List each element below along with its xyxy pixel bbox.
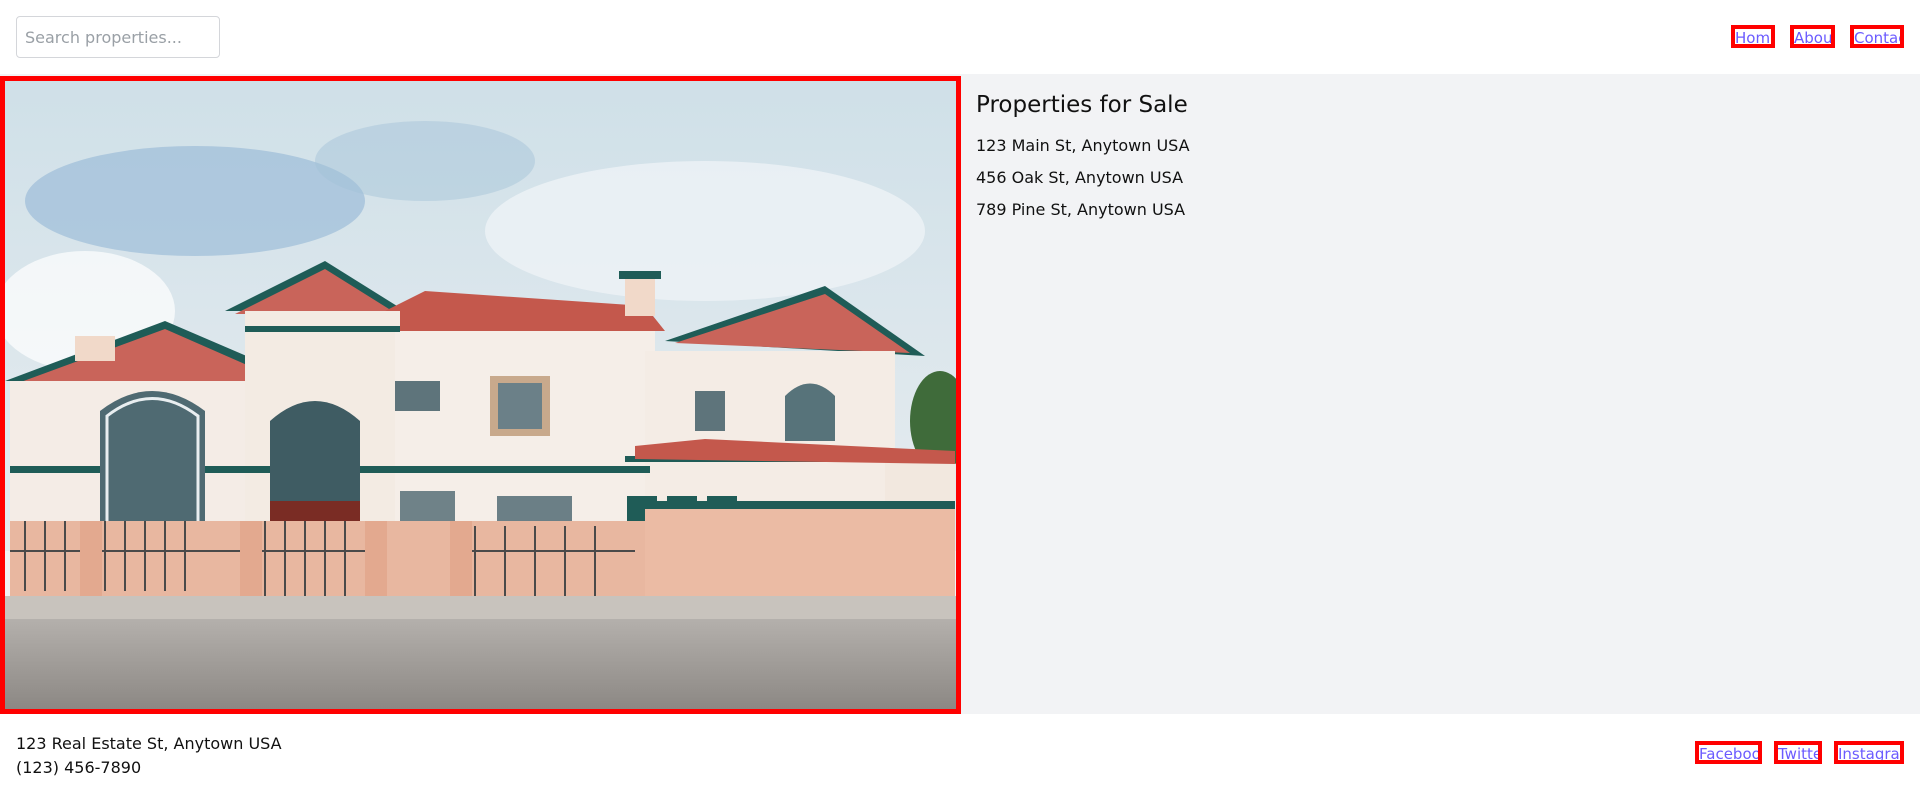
house-photo [5, 81, 956, 709]
property-image [0, 76, 961, 714]
site-footer: 123 Real Estate St, Anytown USA (123) 45… [0, 714, 1920, 794]
nav-link-home[interactable]: Home [1731, 25, 1775, 48]
social-links: Facebook Twitter Instagram [1695, 741, 1904, 764]
footer-phone: (123) 456-7890 [16, 758, 142, 777]
social-link-instagram[interactable]: Instagram [1834, 741, 1904, 764]
search-input[interactable] [16, 16, 220, 58]
site-header: Home About Contact [0, 0, 1920, 74]
social-link-twitter[interactable]: Twitter [1774, 741, 1822, 764]
footer-address: 123 Real Estate St, Anytown USA [16, 734, 282, 753]
main-content: Properties for Sale 123 Main St, Anytown… [0, 74, 1920, 714]
nav-link-contact[interactable]: Contact [1850, 25, 1904, 48]
listing-item-3: 789 Pine St, Anytown USA [976, 200, 1186, 219]
property-listings: Properties for Sale 123 Main St, Anytown… [976, 92, 1190, 232]
listing-item-1: 123 Main St, Anytown USA [976, 136, 1190, 155]
page-title: Properties for Sale [976, 92, 1188, 118]
contact-info: 123 Real Estate St, Anytown USA (123) 45… [16, 732, 282, 780]
top-nav: Home About Contact [1731, 25, 1904, 48]
social-link-facebook[interactable]: Facebook [1695, 741, 1762, 764]
nav-link-about[interactable]: About [1790, 25, 1835, 48]
listing-item-2: 456 Oak St, Anytown USA [976, 168, 1184, 187]
